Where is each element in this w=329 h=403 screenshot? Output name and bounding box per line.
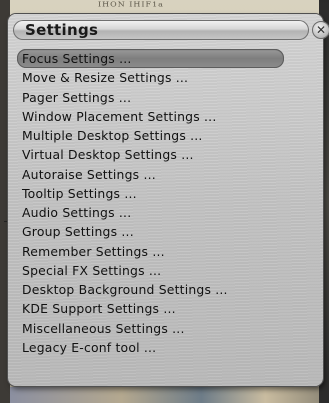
settings-menu: Settings ✕ Focus Settings ... Move & Res… [8, 14, 329, 386]
menu-item-pager-settings[interactable]: Pager Settings ... [17, 88, 307, 107]
menu-item-virtual-desktop-settings[interactable]: Virtual Desktop Settings ... [17, 145, 307, 164]
menu-item-remember-settings[interactable]: Remember Settings ... [17, 242, 307, 261]
menu-item-desktop-background-settings[interactable]: Desktop Background Settings ... [17, 280, 307, 299]
background-text: IHON IHIF1a [98, 0, 164, 9]
menu-item-autoraise-settings[interactable]: Autoraise Settings ... [17, 165, 307, 184]
menu-item-legacy-econf-tool[interactable]: Legacy E-conf tool ... [17, 338, 307, 357]
menu-item-audio-settings[interactable]: Audio Settings ... [17, 203, 307, 222]
menu-item-window-placement-settings[interactable]: Window Placement Settings ... [17, 107, 307, 126]
menu-item-kde-support-settings[interactable]: KDE Support Settings ... [17, 299, 307, 318]
menu-item-focus-settings[interactable]: Focus Settings ... [17, 49, 284, 69]
close-icon: ✕ [315, 23, 327, 37]
menu-title: Settings [25, 21, 99, 39]
menu-item-special-fx-settings[interactable]: Special FX Settings ... [17, 261, 307, 280]
menu-item-group-settings[interactable]: Group Settings ... [17, 222, 307, 241]
menu-item-tooltip-settings[interactable]: Tooltip Settings ... [17, 184, 307, 203]
background-artwork [10, 387, 329, 403]
menu-items: Focus Settings ... Move & Resize Setting… [17, 49, 307, 357]
menu-title-bar[interactable]: Settings [13, 20, 309, 40]
menu-item-multiple-desktop-settings[interactable]: Multiple Desktop Settings ... [17, 126, 307, 145]
menu-item-miscellaneous-settings[interactable]: Miscellaneous Settings ... [17, 319, 307, 338]
close-button[interactable]: ✕ [312, 21, 329, 39]
menu-item-move-resize-settings[interactable]: Move & Resize Settings ... [17, 68, 307, 87]
